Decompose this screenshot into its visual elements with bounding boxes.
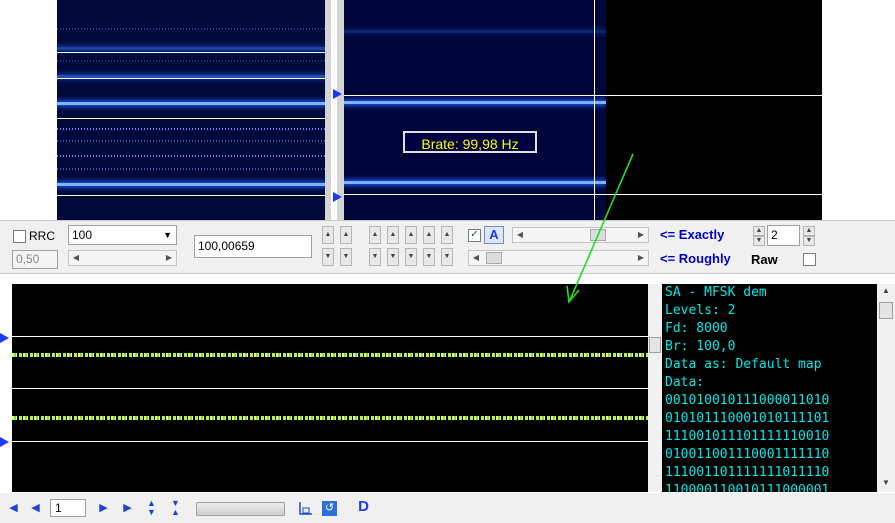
brate-readout: Brate: 99,98 Hz [403,131,537,153]
spin-down-2[interactable]: ▼ [340,248,352,266]
output-line: Data as: Default map [665,357,822,372]
symbol-rate-select[interactable]: 100 ▼ [68,225,177,245]
d-button[interactable]: D [356,499,371,514]
levels-field[interactable]: 2 [767,225,800,246]
output-line: Levels: 2 [665,303,736,318]
frequency-field[interactable]: 100,00659 [194,235,312,258]
rrc-checkbox[interactable] [13,230,26,243]
prev-page-icon[interactable]: ◀ [28,501,43,516]
first-page-icon[interactable]: ◀ [6,501,21,516]
levels-down-button[interactable]: ▼ [753,236,765,246]
output-line: 111001101111111011110 [665,465,830,480]
levels-down-button-2[interactable]: ▼ [803,236,815,246]
step-down-2[interactable]: ▼ [387,248,399,266]
raw-checkbox[interactable] [803,253,816,266]
rolloff-field[interactable]: 0,50 [12,250,58,269]
step-up-3[interactable]: ▲ [405,226,417,244]
scroll-down-icon[interactable]: ▼ [879,478,893,487]
step-down-5[interactable]: ▼ [441,248,453,266]
plot-scrollbar[interactable] [648,284,662,492]
output-line: 111001011101111110010 [665,429,830,444]
step-up-5[interactable]: ▲ [441,226,453,244]
marker-lower-icon[interactable] [333,192,342,202]
spin-up-1[interactable]: ▲ [322,226,334,244]
exactly-checkbox[interactable]: ✓ [468,229,481,242]
zoom-fit-icon[interactable] [298,501,313,516]
expand-vertical-icon[interactable]: ▲ ▼ [144,499,159,517]
raw-label: Raw [751,252,778,267]
step-down-1[interactable]: ▼ [369,248,381,266]
marker-upper-icon[interactable] [333,89,342,99]
output-line: 110000110010111000001 [665,483,830,492]
output-line: 001010010111000011010 [665,393,830,408]
step-up-1[interactable]: ▲ [369,226,381,244]
plot-marker-lower-icon[interactable] [0,437,9,447]
step-down-4[interactable]: ▼ [423,248,435,266]
output-scrollbar[interactable]: ▲ ▼ [877,284,895,492]
collapse-vertical-icon[interactable]: ▼ ▲ [168,499,183,517]
output-line: SA - MFSK dem [665,285,767,300]
output-line: Data: [665,375,705,390]
plot-marker-upper-icon[interactable] [0,333,9,343]
levels-up-button-2[interactable]: ▲ [803,226,815,236]
waterfall-splitter[interactable] [325,0,344,220]
output-line: 010101110001010111101 [665,411,830,426]
refresh-icon[interactable]: ↺ [322,501,337,516]
page-number-field[interactable]: 1 [50,499,86,517]
auto-a-button[interactable]: A [484,226,504,244]
spin-up-2[interactable]: ▲ [340,226,352,244]
rrc-label: RRC [29,229,55,243]
next-page-icon[interactable]: ▶ [96,501,111,516]
roughly-label: <= Roughly [660,251,731,266]
step-down-3[interactable]: ▼ [405,248,417,266]
last-page-icon[interactable]: ▶ [120,501,135,516]
chevron-down-icon[interactable]: ▼ [163,226,172,244]
step-up-2[interactable]: ▲ [387,226,399,244]
demod-plot[interactable] [12,284,648,492]
progress-bar [196,502,285,516]
spin-down-1[interactable]: ▼ [322,248,334,266]
levels-up-button[interactable]: ▲ [753,226,765,236]
step-up-4[interactable]: ▲ [423,226,435,244]
output-line: Fd: 8000 [665,321,728,336]
output-line: 010011001110001111110 [665,447,830,462]
waterfall-left[interactable] [57,0,325,220]
rate-slider[interactable]: ◀ ▶ [68,250,177,266]
annotation-arrow-icon [566,153,634,304]
symbol-rate-value: 100 [72,228,93,242]
output-line: Br: 100,0 [665,339,736,354]
scroll-up-icon[interactable]: ▲ [879,286,893,295]
exactly-label: <= Exactly [660,227,725,242]
output-text-panel[interactable]: SA - MFSK dem Levels: 2 Fd: 8000 Br: 100… [662,284,877,492]
